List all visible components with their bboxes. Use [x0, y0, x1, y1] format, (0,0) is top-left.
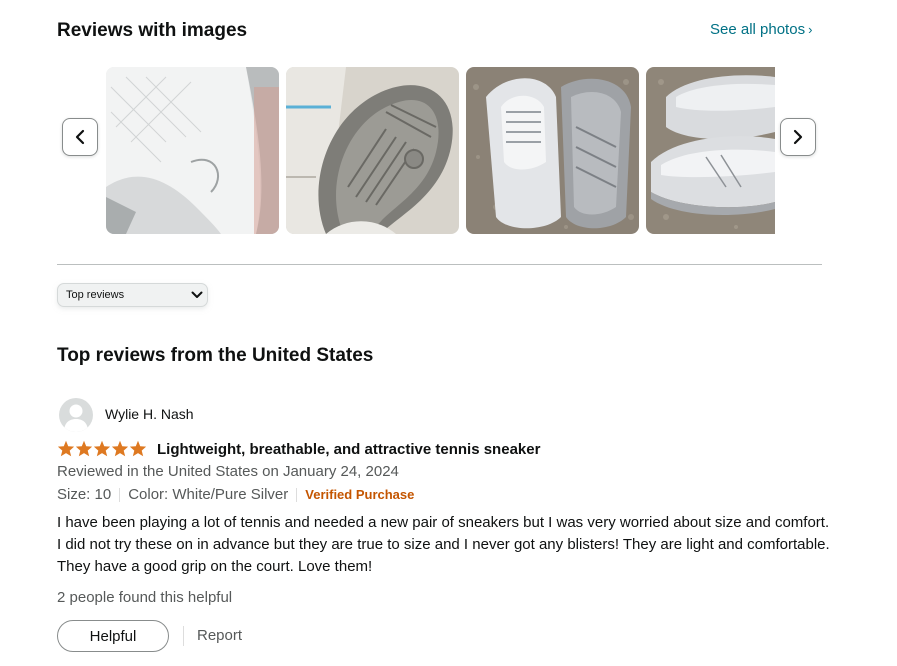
- star-icon: [93, 440, 111, 457]
- color-info: Color: White/Pure Silver: [128, 486, 289, 503]
- carousel-next-button[interactable]: [780, 118, 816, 156]
- review-body: I have been playing a lot of tennis and …: [57, 514, 830, 575]
- chevron-right-small-icon: ›: [808, 22, 813, 37]
- review-date: Reviewed in the United States on January…: [57, 463, 399, 480]
- review-image-thumbnail[interactable]: [466, 67, 639, 234]
- star-rating[interactable]: [57, 440, 147, 457]
- chevron-down-icon: [187, 291, 207, 299]
- helpful-button[interactable]: Helpful: [57, 620, 169, 652]
- star-icon: [129, 440, 147, 457]
- chevron-left-icon: [75, 129, 85, 145]
- review-variant-info: Size: 10 Color: White/Pure Silver Verifi…: [57, 486, 414, 503]
- sort-reviews-dropdown[interactable]: Top reviews: [57, 283, 208, 307]
- shoe-pair-side-photo: [646, 67, 775, 234]
- carousel-prev-button[interactable]: [62, 118, 98, 156]
- reviewer-name[interactable]: Wylie H. Nash: [105, 406, 194, 422]
- user-silhouette-icon: [64, 404, 88, 432]
- chevron-right-icon: [793, 129, 803, 145]
- sort-selected-value: Top reviews: [66, 289, 125, 301]
- star-icon: [57, 440, 75, 457]
- shoe-sole-photo: [286, 67, 459, 234]
- report-link[interactable]: Report: [197, 627, 242, 644]
- review-image-thumbnail[interactable]: [106, 67, 279, 234]
- verified-purchase-badge: Verified Purchase: [305, 487, 415, 502]
- top-reviews-heading: Top reviews from the United States: [57, 345, 374, 366]
- shoe-toe-photo: [106, 67, 279, 234]
- review-image-thumbnail[interactable]: [286, 67, 459, 234]
- helpful-count: 2 people found this helpful: [57, 589, 233, 606]
- meta-separator: [296, 487, 298, 502]
- meta-separator: [119, 487, 121, 502]
- avatar[interactable]: [59, 398, 93, 432]
- shoe-pair-photo: [466, 67, 639, 234]
- reviews-with-images-title: Reviews with images: [57, 20, 248, 41]
- star-icon: [111, 440, 129, 457]
- see-all-photos-label: See all photos: [710, 21, 806, 38]
- star-icon: [75, 440, 93, 457]
- review-image-thumbnail[interactable]: [646, 67, 775, 234]
- action-separator: [183, 626, 184, 646]
- section-divider: [57, 264, 822, 265]
- see-all-photos-link[interactable]: See all photos ›: [710, 21, 812, 38]
- size-info: Size: 10: [57, 486, 112, 503]
- review-title[interactable]: Lightweight, breathable, and attractive …: [157, 441, 540, 458]
